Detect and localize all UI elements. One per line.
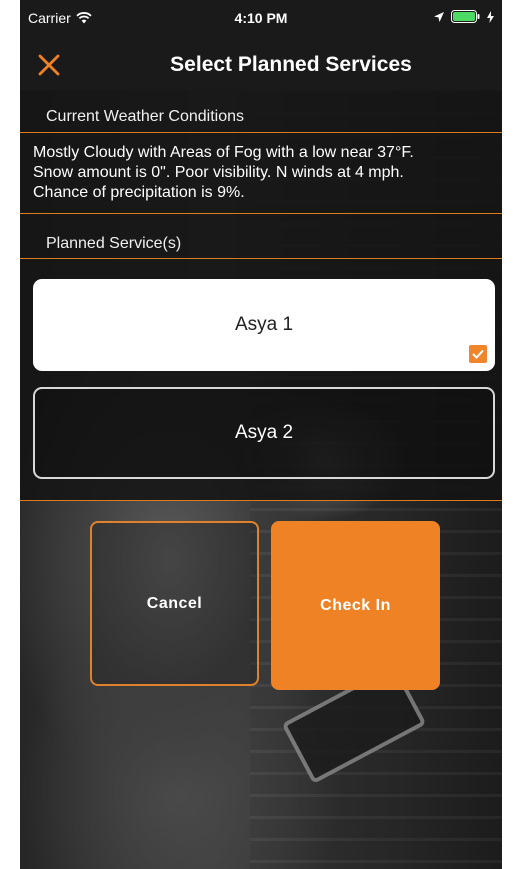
close-button[interactable] bbox=[32, 48, 66, 82]
close-icon bbox=[38, 54, 60, 76]
navigation-bar: Select Planned Services bbox=[20, 40, 502, 90]
service-option-asya-1[interactable]: Asya 1 bbox=[33, 279, 495, 371]
status-time: 4:10 PM bbox=[234, 10, 288, 26]
status-right-group bbox=[433, 10, 494, 23]
status-bar: Carrier 4:10 PM bbox=[20, 0, 502, 40]
app-screen: Carrier 4:10 PM Select Planned Services … bbox=[20, 0, 502, 869]
weather-line: Snow amount is 0". Poor visibility. N wi… bbox=[33, 164, 404, 181]
divider bbox=[20, 213, 502, 214]
cancel-button[interactable]: Cancel bbox=[90, 521, 259, 686]
checkmark-icon bbox=[472, 349, 484, 359]
weather-section-header: Current Weather Conditions bbox=[20, 108, 502, 133]
divider bbox=[20, 500, 502, 501]
services-section-header: Planned Service(s) bbox=[20, 235, 502, 259]
checkbox-checked[interactable] bbox=[469, 345, 487, 363]
charging-bolt-icon bbox=[487, 10, 494, 23]
weather-line: Mostly Cloudy with Areas of Fog with a l… bbox=[33, 144, 414, 161]
service-option-label: Asya 1 bbox=[234, 314, 294, 335]
weather-description: Mostly Cloudy with Areas of Fog with a l… bbox=[33, 143, 493, 203]
weather-line: Chance of precipitation is 9%. bbox=[33, 184, 245, 201]
check-in-button[interactable]: Check In bbox=[271, 521, 440, 690]
battery-icon bbox=[451, 10, 480, 23]
service-option-asya-2[interactable]: Asya 2 bbox=[33, 387, 495, 479]
location-arrow-icon bbox=[434, 11, 444, 22]
page-title: Select Planned Services bbox=[170, 53, 412, 76]
service-option-label: Asya 2 bbox=[234, 422, 294, 443]
